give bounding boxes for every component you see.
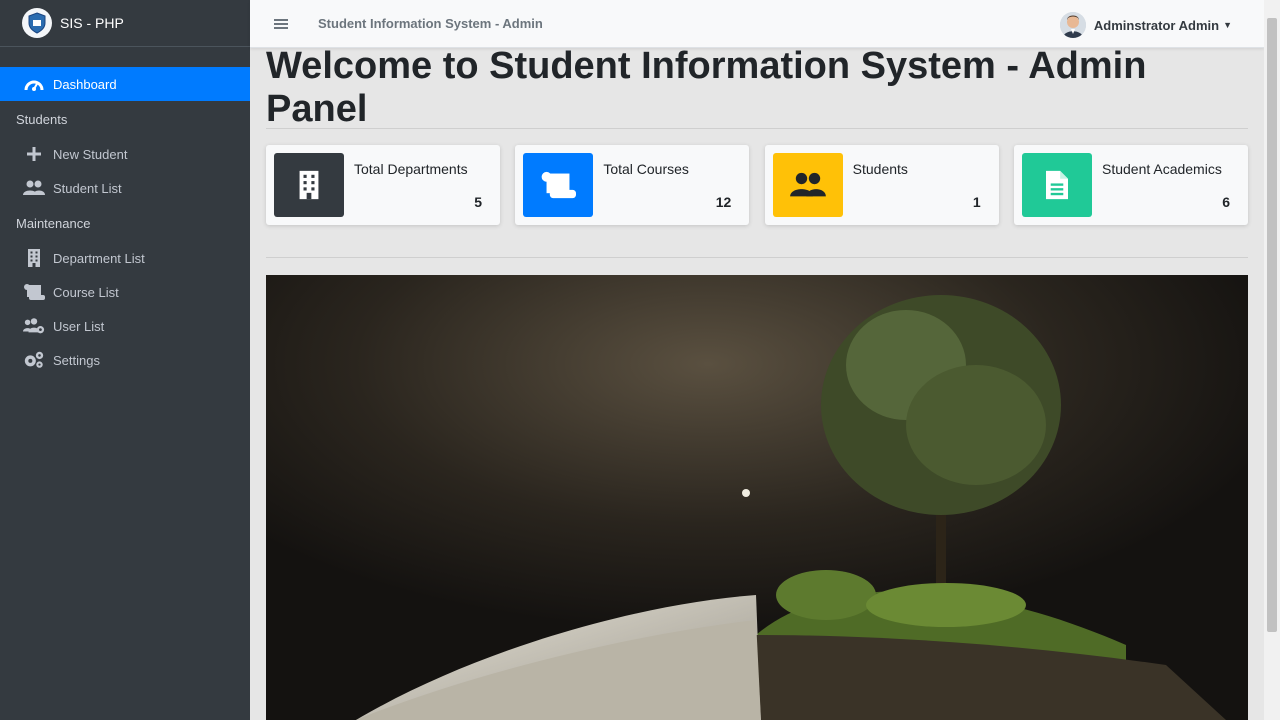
users-icon [23, 178, 45, 198]
user-name: Adminstrator Admin [1093, 17, 1220, 33]
cogs-icon [23, 350, 45, 370]
info-box-departments[interactable]: Total Departments 5 [266, 145, 500, 225]
scroll-icon [23, 282, 45, 302]
sidebar-item-label: Course List [53, 284, 119, 300]
scroll-icon [523, 153, 594, 217]
sidebar-item-student-list[interactable]: Student List [0, 171, 250, 205]
info-box-value: 6 [1222, 194, 1230, 210]
sidebar-item-label: User List [53, 318, 105, 334]
user-menu[interactable]: Adminstrator Admin ▼ [1059, 12, 1232, 38]
info-box-label: Student Academics [1101, 161, 1222, 177]
sidebar-item-new-student[interactable]: New Student [0, 137, 250, 171]
sidebar-item-label: Department List [53, 250, 145, 266]
info-box-students[interactable]: Students 1 [764, 145, 999, 225]
plus-icon [23, 144, 45, 164]
sidebar-item-department-list[interactable]: Department List [0, 241, 250, 275]
info-box-label: Total Departments [354, 161, 468, 177]
sidebar: SIS - PHP Dashboard Students New Student… [0, 0, 250, 720]
info-box-value: 1 [972, 194, 981, 210]
divider [266, 257, 1248, 258]
avatar [1059, 12, 1086, 38]
info-box-value: 5 [474, 194, 482, 210]
sidebar-item-label: Student List [53, 180, 122, 196]
scrollbar[interactable] [1264, 0, 1280, 720]
main-content: Welcome to Student Information System - … [266, 45, 1248, 720]
brand-name: SIS - PHP [60, 15, 124, 31]
info-box-label: Students [852, 161, 908, 177]
sidebar-nav: Dashboard Students New Student Student L… [0, 47, 250, 377]
sidebar-item-course-list[interactable]: Course List [0, 275, 250, 309]
users-icon [772, 153, 843, 217]
topbar-title: Student Information System - Admin [318, 16, 543, 31]
sidebar-header-maintenance: Maintenance [16, 215, 91, 231]
sidebar-item-label: Dashboard [53, 76, 117, 92]
sidebar-item-settings[interactable]: Settings [0, 343, 250, 377]
info-box-label: Total Courses [603, 161, 689, 177]
users-cog-icon [23, 316, 45, 336]
brand-logo [22, 8, 52, 38]
info-boxes: Total Departments 5 Total Courses 12 Stu… [266, 145, 1248, 225]
info-box-value: 12 [715, 194, 732, 210]
building-icon [274, 153, 344, 217]
info-box-courses[interactable]: Total Courses 12 [515, 145, 750, 225]
topbar: Student Information System - Admin Admin… [250, 0, 1264, 48]
info-box-academics[interactable]: Student Academics 6 [1013, 145, 1248, 225]
hamburger-menu-icon[interactable] [274, 17, 288, 31]
file-icon [1021, 153, 1092, 217]
sidebar-header-students: Students [16, 111, 68, 127]
building-icon [23, 248, 45, 268]
sidebar-item-user-list[interactable]: User List [0, 309, 250, 343]
hero-image [266, 275, 1248, 720]
page-title: Welcome to Student Information System - … [266, 45, 1147, 130]
sidebar-item-dashboard[interactable]: Dashboard [0, 67, 250, 101]
sidebar-item-label: New Student [53, 146, 128, 162]
scrollbar-thumb[interactable] [1267, 18, 1277, 632]
brand[interactable]: SIS - PHP [0, 0, 250, 47]
caret-down-icon: ▼ [1223, 20, 1232, 30]
dashboard-icon [23, 74, 45, 94]
sidebar-item-label: Settings [53, 352, 100, 368]
